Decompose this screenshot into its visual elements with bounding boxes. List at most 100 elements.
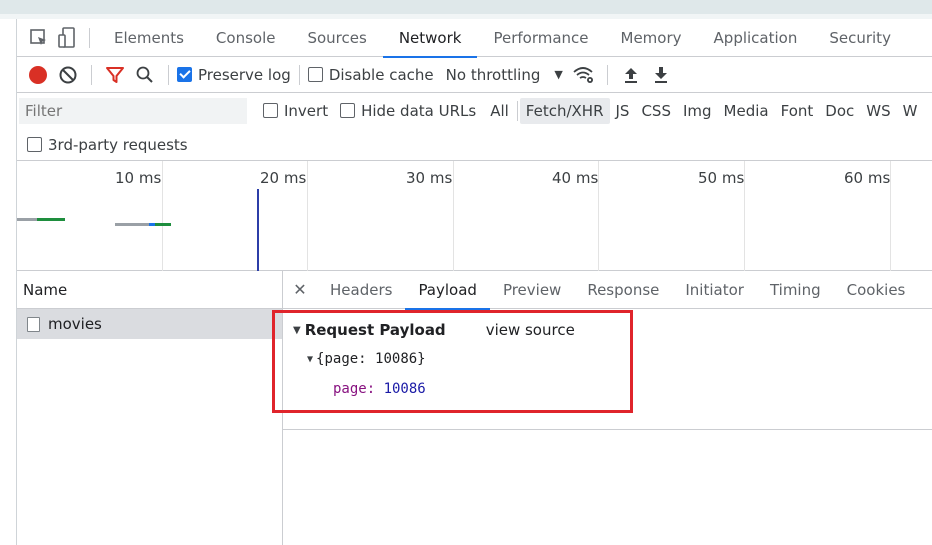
timeline-gridline xyxy=(307,161,308,271)
filter-bar: Invert Hide data URLs All Fetch/XHR JS C… xyxy=(17,93,932,129)
timeline-tick-label: 10 ms xyxy=(115,169,162,187)
record-icon xyxy=(29,65,47,84)
tab-response[interactable]: Response xyxy=(574,271,672,309)
timeline-tick-label: 20 ms xyxy=(260,169,307,187)
devtools-panel: Elements Console Sources Network Perform… xyxy=(17,19,932,545)
panel-splitter[interactable] xyxy=(282,271,283,545)
throttling-select[interactable]: No throttling ▼ xyxy=(446,66,563,84)
export-har-button[interactable] xyxy=(646,60,676,90)
timeline-overview[interactable]: 10 ms 20 ms 30 ms 40 ms 50 ms 60 ms xyxy=(17,161,932,271)
type-filter-all[interactable]: All xyxy=(484,98,515,124)
expand-triangle-icon: ▼ xyxy=(293,324,301,336)
third-party-label: 3rd-party requests xyxy=(48,135,188,154)
import-har-button[interactable] xyxy=(616,60,646,90)
tab-memory[interactable]: Memory xyxy=(605,19,698,57)
filter-icon xyxy=(106,66,124,83)
tab-cookies[interactable]: Cookies xyxy=(834,271,919,309)
checkbox-icon xyxy=(263,103,278,118)
type-filter-css[interactable]: CSS xyxy=(635,98,677,124)
filter-input[interactable] xyxy=(19,97,247,124)
payload-field-row: page: 10086 xyxy=(333,381,426,397)
type-filter-fetch-xhr[interactable]: Fetch/XHR xyxy=(519,97,610,124)
close-icon[interactable]: ✕ xyxy=(283,280,317,299)
type-filter-wasm[interactable]: W xyxy=(897,98,924,124)
checkbox-icon xyxy=(27,137,42,152)
filter-divider xyxy=(516,100,518,121)
tab-payload[interactable]: Payload xyxy=(405,271,490,310)
search-button[interactable] xyxy=(130,60,160,90)
download-icon xyxy=(654,66,667,83)
hide-data-urls-checkbox[interactable]: Hide data URLs xyxy=(340,102,476,120)
payload-field-colon: : xyxy=(366,381,384,397)
payload-object-node[interactable]: ▼ {page: 10086} xyxy=(307,351,426,367)
timeline-waiting-bar xyxy=(115,223,149,226)
tab-console[interactable]: Console xyxy=(200,19,292,57)
tab-elements[interactable]: Elements xyxy=(98,19,200,57)
view-source-link[interactable]: view source xyxy=(486,321,575,339)
timeline-tick-label: 30 ms xyxy=(406,169,453,187)
filter-toggle-button[interactable] xyxy=(100,60,130,90)
tab-preview[interactable]: Preview xyxy=(490,271,574,309)
toolbar-divider xyxy=(168,64,169,85)
tab-timing[interactable]: Timing xyxy=(757,271,834,309)
tab-performance[interactable]: Performance xyxy=(477,19,604,57)
preserve-log-label: Preserve log xyxy=(198,65,291,84)
tab-headers[interactable]: Headers xyxy=(317,271,405,309)
tab-initiator[interactable]: Initiator xyxy=(672,271,757,309)
payload-divider xyxy=(283,429,932,430)
payload-field-key: page xyxy=(333,381,367,397)
checkbox-icon xyxy=(340,103,356,118)
search-icon xyxy=(136,66,153,83)
invert-label: Invert xyxy=(284,101,329,120)
timeline-waiting-bar xyxy=(17,218,37,221)
inspect-element-icon[interactable] xyxy=(25,24,53,52)
type-filter-doc[interactable]: Doc xyxy=(819,98,860,124)
dropdown-arrow-icon: ▼ xyxy=(554,68,563,81)
throttling-value: No throttling xyxy=(445,65,541,84)
timeline-tick-label: 50 ms xyxy=(698,169,745,187)
timeline-tick-label: 60 ms xyxy=(844,169,891,187)
tab-application[interactable]: Application xyxy=(698,19,814,57)
checkbox-checked-icon xyxy=(177,67,192,82)
tab-sources[interactable]: Sources xyxy=(291,19,382,57)
tab-network[interactable]: Network xyxy=(382,19,478,58)
record-button[interactable] xyxy=(23,60,53,90)
requests-name-column-header[interactable]: Name xyxy=(17,271,282,309)
devtools-tabbar: Elements Console Sources Network Perform… xyxy=(17,19,932,58)
type-filter-ws[interactable]: WS xyxy=(860,98,896,124)
window-top-strip xyxy=(0,0,932,14)
timeline-download-bar xyxy=(155,223,171,226)
clear-icon xyxy=(59,66,77,83)
request-detail-tabs: ✕ Headers Payload Preview Response Initi… xyxy=(283,271,932,310)
toolbar-divider xyxy=(606,64,608,85)
third-party-checkbox[interactable]: 3rd-party requests xyxy=(27,136,188,154)
tab-security[interactable]: Security xyxy=(813,19,907,57)
upload-icon xyxy=(624,67,637,83)
type-filter-media[interactable]: Media xyxy=(718,98,775,124)
disable-cache-checkbox[interactable]: Disable cache xyxy=(307,65,434,84)
wifi-settings-icon xyxy=(573,66,593,83)
request-payload-header[interactable]: ▼ Request Payload view source xyxy=(293,321,575,339)
timeline-download-bar xyxy=(37,218,65,221)
clear-button[interactable] xyxy=(53,60,83,90)
invert-checkbox[interactable]: Invert xyxy=(263,102,328,120)
expand-triangle-icon: ▼ xyxy=(307,353,314,365)
payload-field-value: 10086 xyxy=(383,381,426,397)
network-conditions-button[interactable] xyxy=(569,60,599,90)
type-filter-font[interactable]: Font xyxy=(775,98,820,124)
type-filter-img[interactable]: Img xyxy=(677,98,718,124)
type-filter-js[interactable]: JS xyxy=(610,98,636,124)
toolbar-divider xyxy=(298,64,300,85)
disable-cache-label: Disable cache xyxy=(328,65,434,84)
device-toolbar-icon[interactable] xyxy=(53,24,81,52)
timeline-gridline xyxy=(162,161,163,271)
timeline-gridline xyxy=(453,161,454,271)
request-name: movies xyxy=(48,315,102,333)
timeline-dom-loaded-marker xyxy=(257,189,259,271)
timeline-tick-label: 40 ms xyxy=(552,169,599,187)
hide-data-urls-label: Hide data URLs xyxy=(361,101,477,120)
network-toolbar: Preserve log Disable cache No throttling… xyxy=(17,57,932,93)
request-row[interactable]: movies xyxy=(17,309,282,339)
preserve-log-checkbox[interactable]: Preserve log xyxy=(177,66,291,84)
checkbox-icon xyxy=(307,67,323,82)
